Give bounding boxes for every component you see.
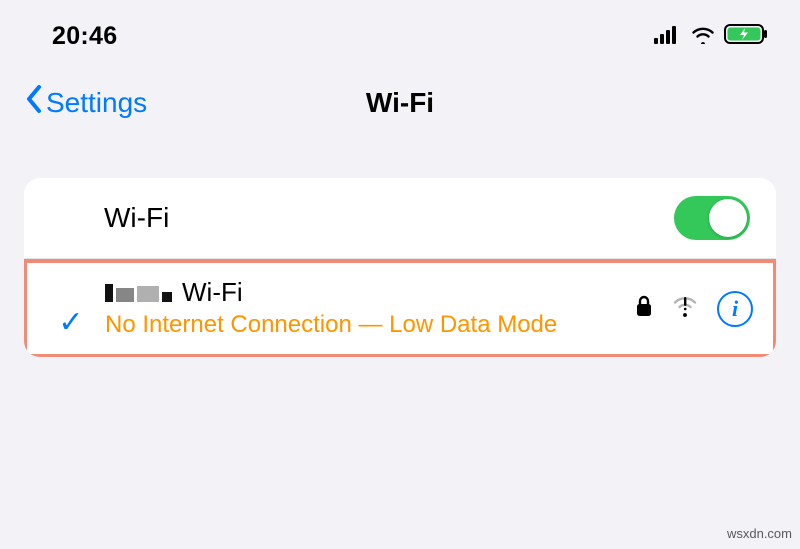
- wifi-label: Wi-Fi: [104, 202, 169, 234]
- network-row[interactable]: ✓ Wi-Fi No Internet Connection — Low Dat…: [27, 263, 773, 354]
- network-status: No Internet Connection — Low Data Mode: [105, 310, 623, 340]
- wifi-status-icon: [690, 22, 716, 51]
- lock-icon: [635, 294, 653, 323]
- redacted-prefix: [105, 284, 172, 302]
- back-label: Settings: [46, 87, 147, 119]
- status-bar: 20:46: [0, 0, 800, 54]
- checkmark-icon: ✓: [58, 305, 83, 340]
- status-time: 20:46: [52, 22, 117, 51]
- toggle-knob: [709, 199, 747, 237]
- connected-check-col: ✓: [49, 277, 93, 340]
- wifi-toggle-row: Wi-Fi: [24, 178, 776, 259]
- connected-network-highlight: ✓ Wi-Fi No Internet Connection — Low Dat…: [24, 259, 776, 357]
- cellular-icon: [654, 22, 682, 51]
- watermark: wsxdn.com: [727, 526, 792, 541]
- wifi-toggle[interactable]: [674, 196, 750, 240]
- network-name: Wi-Fi: [105, 277, 623, 308]
- status-indicators: [654, 22, 768, 51]
- battery-charging-icon: [724, 22, 768, 51]
- nav-bar: Settings Wi-Fi: [0, 54, 800, 140]
- info-button[interactable]: i: [717, 291, 753, 327]
- back-button[interactable]: Settings: [24, 84, 147, 123]
- network-name-suffix: Wi-Fi: [182, 277, 243, 308]
- chevron-left-icon: [24, 84, 44, 123]
- network-info: Wi-Fi No Internet Connection — Low Data …: [105, 277, 623, 340]
- network-icons: i: [635, 291, 753, 327]
- page-title: Wi-Fi: [366, 87, 434, 119]
- wifi-warning-icon: [671, 295, 699, 322]
- wifi-list: Wi-Fi ✓ Wi-Fi No Internet Connection — L…: [24, 178, 776, 357]
